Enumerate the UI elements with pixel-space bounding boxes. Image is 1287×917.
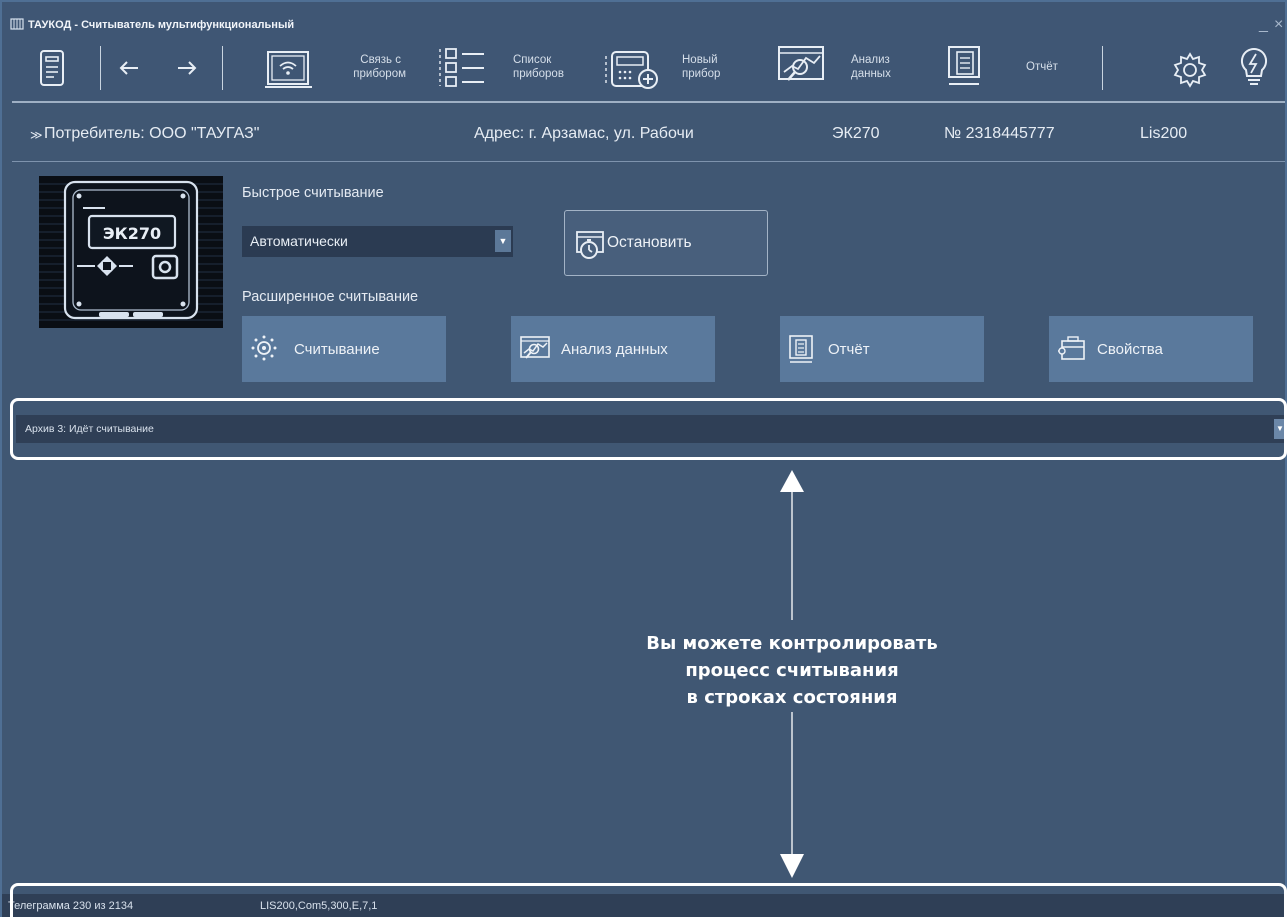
back-arrow-icon[interactable] xyxy=(118,60,140,76)
report-button[interactable]: Отчёт xyxy=(780,316,984,382)
annotation-line-2: процесс считывания xyxy=(685,660,899,681)
analysis-label-line1[interactable]: Анализ xyxy=(851,54,890,67)
report-label[interactable]: Отчёт xyxy=(1026,61,1058,74)
report-button-label: Отчёт xyxy=(828,341,870,358)
bottom-bar-highlight xyxy=(10,883,1287,917)
toolbar-separator xyxy=(100,46,101,90)
quick-read-label: Быстрое считывание xyxy=(242,185,384,201)
status-line-highlight xyxy=(10,398,1287,460)
toolbar-separator xyxy=(1102,46,1103,90)
annotation-text: Вы можете контролировать процесс считыва… xyxy=(562,630,1022,711)
chart-analysis-icon xyxy=(520,336,550,359)
stopwatch-icon xyxy=(576,231,604,259)
annotation-line-1: Вы можете контролировать xyxy=(646,633,938,654)
read-button[interactable]: Считывание xyxy=(242,316,446,382)
model-label: ЭК270 xyxy=(832,125,880,142)
collapse-toggle[interactable]: ≫ xyxy=(30,128,43,142)
protocol-label: Lis200 xyxy=(1140,125,1188,142)
document-list-icon[interactable] xyxy=(38,48,66,88)
device-list-label-line1[interactable]: Список xyxy=(513,54,551,67)
info-divider xyxy=(12,161,1285,162)
properties-icon xyxy=(1058,336,1085,360)
annotation-line-3: в строках состояния xyxy=(686,687,898,708)
stop-button-label: Остановить xyxy=(607,234,692,251)
analysis-button-label: Анализ данных xyxy=(561,341,668,358)
toolbar: Связь с прибором Список приборов Новый п… xyxy=(2,38,1285,100)
serial-label: № 2318445777 xyxy=(944,125,1055,142)
address-label: Адрес: г. Арзамас, ул. Рабочи xyxy=(474,125,694,142)
app-icon xyxy=(10,18,24,30)
properties-button[interactable]: Свойства xyxy=(1049,316,1253,382)
properties-button-label: Свойства xyxy=(1097,341,1163,358)
new-device-label-line2[interactable]: прибор xyxy=(682,68,720,81)
lightbulb-icon[interactable] xyxy=(1238,46,1270,90)
read-icon xyxy=(251,335,277,361)
device-image: ЭК270 xyxy=(39,176,223,328)
connect-label-line2[interactable]: прибором xyxy=(351,68,406,81)
settings-icon[interactable] xyxy=(1170,50,1210,90)
new-device-icon[interactable] xyxy=(602,46,664,92)
device-info-bar: ≫ Потребитель: ООО "ТАУГАЗ" Адрес: г. Ар… xyxy=(12,114,1285,156)
minimize-button[interactable]: _ xyxy=(1259,16,1268,34)
window-title: ТАУКОД - Считыватель мультифункциональны… xyxy=(28,19,295,31)
read-button-label: Считывание xyxy=(294,341,380,358)
chart-analysis-icon[interactable] xyxy=(776,44,828,88)
device-illustration xyxy=(39,180,223,321)
app-window: ТАУКОД - Считыватель мультифункциональны… xyxy=(0,0,1287,917)
report-icon[interactable] xyxy=(946,44,986,90)
report-icon xyxy=(789,335,813,363)
new-device-label-line1[interactable]: Новый xyxy=(682,54,718,67)
connect-label-line1[interactable]: Связь с xyxy=(351,54,401,67)
read-mode-select[interactable]: Автоматически ▼ xyxy=(242,226,513,257)
read-mode-value: Автоматически xyxy=(250,233,348,249)
chevron-down-icon[interactable]: ▼ xyxy=(495,230,511,252)
list-icon[interactable] xyxy=(436,46,488,90)
stop-button[interactable]: Остановить xyxy=(564,210,768,276)
toolbar-separator xyxy=(222,46,223,90)
forward-arrow-icon[interactable] xyxy=(176,60,198,76)
toolbar-divider xyxy=(12,101,1285,103)
analysis-button[interactable]: Анализ данных xyxy=(511,316,715,382)
analysis-label-line2[interactable]: данных xyxy=(851,68,891,81)
consumer-label: Потребитель: ООО "ТАУГАЗ" xyxy=(44,125,260,142)
device-list-label-line2[interactable]: приборов xyxy=(513,68,564,81)
close-button[interactable]: × xyxy=(1274,16,1283,34)
title-bar: ТАУКОД - Считыватель мультифункциональны… xyxy=(2,2,1285,38)
wifi-monitor-icon[interactable] xyxy=(264,48,314,90)
extended-read-label: Расширенное считывание xyxy=(242,289,419,305)
device-display-text: ЭК270 xyxy=(102,224,162,243)
